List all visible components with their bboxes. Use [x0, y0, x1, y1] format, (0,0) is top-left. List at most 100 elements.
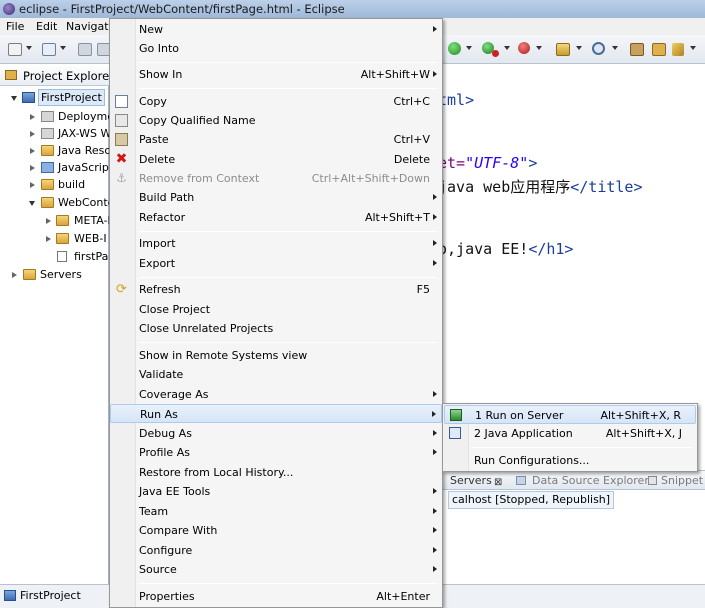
- chevron-down-icon[interactable]: [26, 46, 32, 50]
- tab-snippets[interactable]: Snippet: [661, 471, 703, 489]
- menu-item-paste[interactable]: Paste Ctrl+V: [110, 130, 442, 149]
- new-icon[interactable]: [8, 43, 22, 56]
- tab-servers[interactable]: Servers: [450, 471, 492, 489]
- expand-arrow-icon[interactable]: [29, 201, 35, 206]
- java-resources-icon: [41, 145, 54, 156]
- open-type-icon[interactable]: [630, 43, 644, 56]
- tree-item-label: Deployme: [58, 110, 114, 123]
- menu-item-remove-from-context[interactable]: ⚓ Remove from Context Ctrl+Alt+Shift+Down: [110, 169, 442, 188]
- menu-item-compare-with[interactable]: Compare With: [110, 521, 442, 540]
- submenu-arrow-icon: [433, 260, 437, 266]
- chevron-down-icon[interactable]: [536, 46, 542, 50]
- tree-item-label: Java Reso: [58, 144, 112, 157]
- status-text: FirstProject: [20, 589, 81, 602]
- menu-separator: [138, 583, 438, 584]
- submenu-arrow-icon: [433, 214, 437, 220]
- expand-arrow-icon[interactable]: [46, 236, 51, 242]
- webservice-icon: [41, 128, 54, 139]
- chevron-down-icon[interactable]: [612, 46, 618, 50]
- menu-item-profile-as[interactable]: Profile As: [110, 443, 442, 462]
- expand-arrow-icon[interactable]: [30, 131, 35, 137]
- menu-item-go-into[interactable]: Go Into: [110, 39, 442, 58]
- menu-item-source[interactable]: Source: [110, 560, 442, 579]
- chevron-down-icon[interactable]: [60, 46, 66, 50]
- stop-icon: [492, 50, 499, 57]
- menu-item-coverage-as[interactable]: Coverage As: [110, 385, 442, 404]
- menu-item-java-application[interactable]: 2 Java Application Alt+Shift+X, J: [444, 424, 696, 443]
- menu-item-configure[interactable]: Configure: [110, 541, 442, 560]
- menu-item-new[interactable]: New: [110, 20, 442, 39]
- expand-arrow-icon[interactable]: [30, 148, 35, 154]
- tab-data-source-explorer[interactable]: Data Source Explorer: [532, 471, 649, 489]
- menu-navigate[interactable]: Navigat: [66, 18, 109, 35]
- menu-item-delete[interactable]: ✖ Delete Delete: [110, 150, 442, 169]
- menu-item-copy[interactable]: Copy Ctrl+C: [110, 92, 442, 111]
- search-icon[interactable]: [672, 43, 684, 56]
- menu-item-java-ee-tools[interactable]: Java EE Tools: [110, 482, 442, 501]
- menu-item-copy-qualified-name[interactable]: Copy Qualified Name: [110, 111, 442, 130]
- expand-arrow-icon[interactable]: [46, 218, 51, 224]
- folder-icon: [41, 179, 54, 190]
- menu-item-run-configurations[interactable]: Run Configurations...: [444, 451, 696, 470]
- menu-item-show-in[interactable]: Show In Alt+Shift+W: [110, 65, 442, 84]
- expand-arrow-icon[interactable]: [12, 272, 17, 278]
- menu-edit[interactable]: Edit: [36, 18, 57, 35]
- expand-arrow-icon[interactable]: [30, 182, 35, 188]
- project-explorer-panel: Project Explorer FirstProject Deployme J…: [0, 64, 114, 584]
- chevron-down-icon[interactable]: [466, 46, 472, 50]
- server-entry[interactable]: calhost [Stopped, Republish]: [448, 491, 615, 509]
- refresh-icon: ⟳: [116, 282, 127, 297]
- run-icon[interactable]: [448, 42, 461, 55]
- java-application-icon: [449, 427, 461, 439]
- new-java-project-icon[interactable]: [556, 43, 570, 56]
- open-folder-icon[interactable]: [652, 43, 666, 56]
- submenu-arrow-icon: [433, 547, 437, 553]
- chevron-down-icon[interactable]: [576, 46, 582, 50]
- copy-icon: [115, 95, 128, 108]
- submenu-arrow-icon: [433, 508, 437, 514]
- tree-item-label: META-I: [74, 214, 111, 227]
- expand-arrow-icon[interactable]: [11, 96, 17, 101]
- menu-item-refresh[interactable]: ⟳ Refresh F5: [110, 280, 442, 299]
- menu-item-refactor[interactable]: Refactor Alt+Shift+T: [110, 208, 442, 227]
- code-line-3: java web应用程序</title>: [438, 178, 643, 196]
- menu-item-properties[interactable]: Properties Alt+Enter: [110, 587, 442, 606]
- chevron-down-icon[interactable]: [690, 46, 696, 50]
- save-icon[interactable]: [78, 43, 92, 56]
- submenu-arrow-icon: [433, 240, 437, 246]
- window-title: eclipse - FirstProject/WebContent/firstP…: [19, 2, 345, 16]
- menu-item-show-in-remote-systems[interactable]: Show in Remote Systems view: [110, 346, 442, 365]
- menu-item-restore-from-local-history[interactable]: Restore from Local History...: [110, 463, 442, 482]
- expand-arrow-icon[interactable]: [30, 165, 35, 171]
- menu-item-build-path[interactable]: Build Path: [110, 188, 442, 207]
- menu-item-run-on-server[interactable]: 1 Run on Server Alt+Shift+X, R: [444, 405, 696, 424]
- external-tools-icon[interactable]: [518, 42, 530, 54]
- chevron-down-icon[interactable]: [504, 46, 510, 50]
- menu-separator: [138, 231, 438, 232]
- tree-item-label: JavaScript: [58, 161, 114, 174]
- copy-qualified-name-icon: [115, 114, 128, 127]
- menu-separator: [471, 447, 693, 448]
- tree-item-label: WebConte: [58, 196, 115, 209]
- submenu-arrow-icon: [433, 527, 437, 533]
- menu-item-import[interactable]: Import: [110, 234, 442, 253]
- folder-icon: [23, 269, 36, 280]
- menu-item-debug-as[interactable]: Debug As: [110, 424, 442, 443]
- menu-item-team[interactable]: Team: [110, 502, 442, 521]
- menu-item-export[interactable]: Export: [110, 254, 442, 273]
- menu-item-validate[interactable]: Validate: [110, 365, 442, 384]
- menu-item-close-project[interactable]: Close Project: [110, 300, 442, 319]
- menu-item-run-as[interactable]: Run As: [110, 404, 442, 423]
- tree-item-firstproject[interactable]: FirstProject: [10, 89, 109, 106]
- new-class-icon[interactable]: [592, 42, 605, 55]
- close-icon[interactable]: ⊠: [494, 473, 502, 489]
- menu-file[interactable]: File: [6, 18, 24, 35]
- menu-item-close-unrelated-projects[interactable]: Close Unrelated Projects: [110, 319, 442, 338]
- database-icon: [516, 476, 526, 485]
- submenu-arrow-icon: [433, 430, 437, 436]
- expand-arrow-icon[interactable]: [30, 114, 35, 120]
- tree-item-label: build: [58, 178, 86, 191]
- snippets-icon: [648, 476, 657, 485]
- new-window-icon[interactable]: [42, 43, 56, 56]
- submenu-arrow-icon: [433, 71, 437, 77]
